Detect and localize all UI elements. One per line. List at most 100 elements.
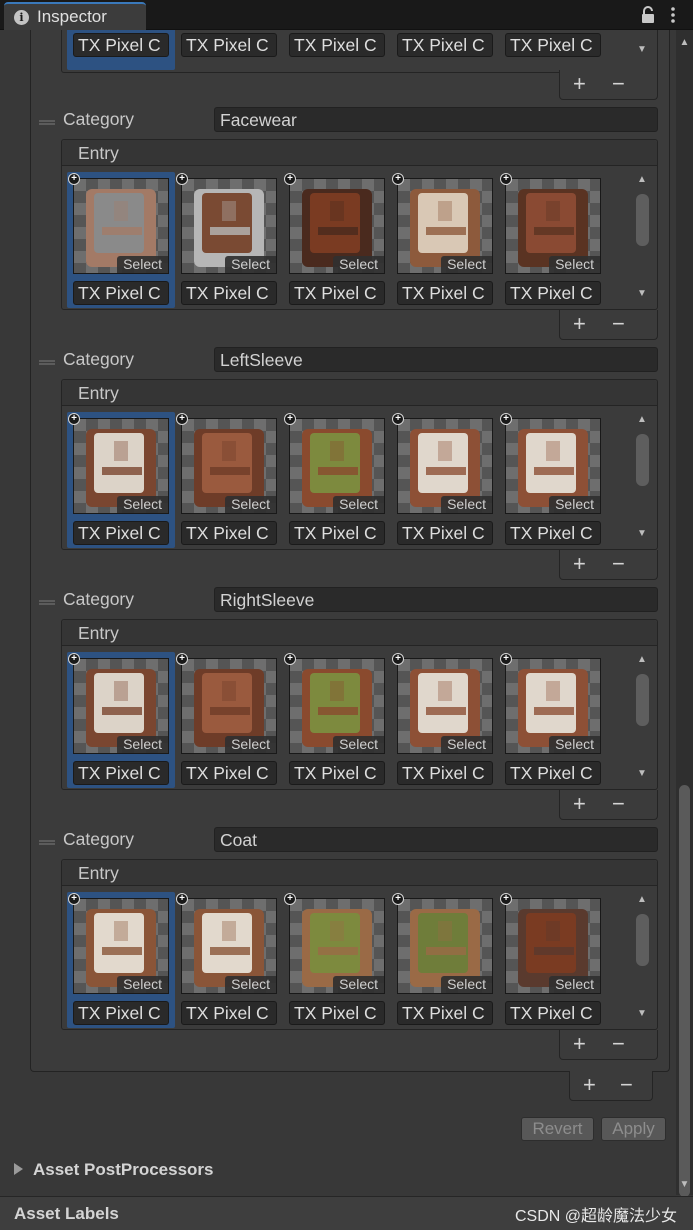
scroll-down-arrow-icon[interactable]: ▼ <box>679 1180 690 1190</box>
entry-inner-scroll[interactable]: ▼ <box>634 44 650 55</box>
select-button[interactable]: Select <box>549 256 600 273</box>
item-name-field[interactable]: TX Pixel C <box>181 761 277 785</box>
add-circle-icon[interactable]: + <box>68 653 80 665</box>
item-name-field[interactable]: TX Pixel C <box>289 1001 385 1025</box>
select-button[interactable]: Select <box>225 976 276 993</box>
scrollbar-thumb[interactable] <box>636 194 649 246</box>
add-category-button[interactable]: + <box>583 1071 596 1099</box>
add-circle-icon[interactable]: + <box>284 413 296 425</box>
add-circle-icon[interactable]: + <box>392 413 404 425</box>
select-button[interactable]: Select <box>117 976 168 993</box>
scroll-up-arrow-icon[interactable]: ▲ <box>637 415 647 425</box>
add-circle-icon[interactable]: + <box>176 173 188 185</box>
item-name-field[interactable]: TX Pixel C <box>397 521 493 545</box>
add-circle-icon[interactable]: + <box>500 653 512 665</box>
add-circle-icon[interactable]: + <box>68 413 80 425</box>
item-name-field[interactable]: TX Pixel C <box>397 281 493 305</box>
sprite-thumbnail[interactable]: Select <box>397 898 493 994</box>
entry-scrollbar[interactable]: ▲ ▼ <box>634 175 650 299</box>
add-circle-icon[interactable]: + <box>176 653 188 665</box>
sprite-thumbnail[interactable]: Select <box>181 898 277 994</box>
sprite-thumbnail[interactable]: Select <box>397 178 493 274</box>
add-circle-icon[interactable]: + <box>176 413 188 425</box>
sprite-thumbnail[interactable]: Select <box>73 898 169 994</box>
foldout-arrow-icon[interactable] <box>14 1163 23 1175</box>
add-entry-button[interactable]: + <box>573 310 586 338</box>
scrollbar-thumb[interactable] <box>636 674 649 726</box>
entry-item[interactable]: Select + TX Pixel C <box>499 172 607 308</box>
entry-scrollbar[interactable]: ▲ ▼ <box>634 655 650 779</box>
select-button[interactable]: Select <box>549 496 600 513</box>
category-field[interactable]: Coat <box>214 827 658 852</box>
add-circle-icon[interactable]: + <box>284 893 296 905</box>
scroll-down-arrow-icon[interactable]: ▼ <box>637 289 647 299</box>
item-name-field[interactable]: TX Pixel C <box>181 281 277 305</box>
sprite-thumbnail[interactable]: Select <box>505 898 601 994</box>
scroll-down-arrow-icon[interactable]: ▼ <box>637 1009 647 1019</box>
add-circle-icon[interactable]: + <box>176 893 188 905</box>
select-button[interactable]: Select <box>333 256 384 273</box>
remove-category-button[interactable]: − <box>620 1071 633 1099</box>
entry-scrollbar[interactable]: ▲ ▼ <box>634 895 650 1019</box>
select-button[interactable]: Select <box>441 736 492 753</box>
sprite-thumbnail[interactable]: Select <box>181 418 277 514</box>
add-circle-icon[interactable]: + <box>68 173 80 185</box>
entry-item[interactable]: Select + TX Pixel C <box>67 892 175 1028</box>
sprite-thumbnail[interactable]: Select <box>397 658 493 754</box>
add-circle-icon[interactable]: + <box>392 173 404 185</box>
drag-handle-icon[interactable] <box>39 840 55 845</box>
entry-item[interactable]: Select + TX Pixel C <box>67 652 175 788</box>
add-circle-icon[interactable]: + <box>392 893 404 905</box>
remove-entry-button[interactable]: − <box>612 790 625 818</box>
item-name-field[interactable]: TX Pixel C <box>181 1001 277 1025</box>
scroll-down-arrow-icon[interactable]: ▼ <box>634 44 650 55</box>
category-field[interactable]: LeftSleeve <box>214 347 658 372</box>
entry-item[interactable]: Select + TX Pixel C <box>283 652 391 788</box>
drag-handle-icon[interactable] <box>39 360 55 365</box>
sprite-thumbnail[interactable]: Select <box>289 658 385 754</box>
select-button[interactable]: Select <box>441 256 492 273</box>
entry-item[interactable]: Select + TX Pixel C <box>175 412 283 548</box>
select-button[interactable]: Select <box>549 976 600 993</box>
item-name-field[interactable]: TX Pixel C <box>505 761 601 785</box>
entry-item[interactable]: Select + TX Pixel C <box>391 172 499 308</box>
remove-entry-button[interactable]: − <box>612 70 625 98</box>
sprite-thumbnail[interactable]: Select <box>181 178 277 274</box>
add-circle-icon[interactable]: + <box>500 893 512 905</box>
item-name-field[interactable]: TX Pixel C <box>73 281 169 305</box>
sprite-thumbnail[interactable]: Select <box>289 418 385 514</box>
category-field[interactable]: Facewear <box>214 107 658 132</box>
select-button[interactable]: Select <box>549 736 600 753</box>
inspector-scrollbar[interactable]: ▲ ▼ <box>676 30 693 1197</box>
asset-postprocessors-foldout[interactable]: Asset PostProcessors <box>0 1154 676 1186</box>
entry-item[interactable]: Select + TX Pixel C <box>499 892 607 1028</box>
add-entry-button[interactable]: + <box>573 550 586 578</box>
scroll-down-arrow-icon[interactable]: ▼ <box>637 529 647 539</box>
select-button[interactable]: Select <box>333 496 384 513</box>
item-name-field[interactable]: TX Pixel C <box>289 761 385 785</box>
tab-inspector[interactable]: i Inspector <box>4 2 146 30</box>
scroll-down-arrow-icon[interactable]: ▼ <box>637 769 647 779</box>
select-button[interactable]: Select <box>225 496 276 513</box>
sprite-thumbnail[interactable]: Select <box>73 658 169 754</box>
entry-item[interactable]: Select + TX Pixel C <box>175 652 283 788</box>
sprite-thumbnail[interactable]: Select <box>289 898 385 994</box>
scroll-up-arrow-icon[interactable]: ▲ <box>637 655 647 665</box>
entry-item[interactable]: Select + TX Pixel C <box>283 412 391 548</box>
entry-item[interactable]: Select + TX Pixel C <box>175 172 283 308</box>
entry-item[interactable]: Select + TX Pixel C <box>283 892 391 1028</box>
remove-entry-button[interactable]: − <box>612 1030 625 1058</box>
entry-item[interactable]: Select + TX Pixel C <box>67 412 175 548</box>
sprite-thumbnail[interactable]: Select <box>505 178 601 274</box>
entry-scrollbar[interactable]: ▲ ▼ <box>634 415 650 539</box>
entry-item[interactable]: Select + TX Pixel C <box>175 892 283 1028</box>
select-button[interactable]: Select <box>225 736 276 753</box>
add-circle-icon[interactable]: + <box>392 653 404 665</box>
add-entry-button[interactable]: + <box>573 1030 586 1058</box>
entry-item[interactable]: Select + TX Pixel C <box>391 412 499 548</box>
scroll-up-arrow-icon[interactable]: ▲ <box>637 175 647 185</box>
entry-item[interactable]: Select + TX Pixel C <box>67 172 175 308</box>
item-name-field[interactable]: TX Pixel C <box>181 521 277 545</box>
revert-button[interactable]: Revert <box>521 1117 594 1141</box>
scroll-up-arrow-icon[interactable]: ▲ <box>679 38 690 48</box>
